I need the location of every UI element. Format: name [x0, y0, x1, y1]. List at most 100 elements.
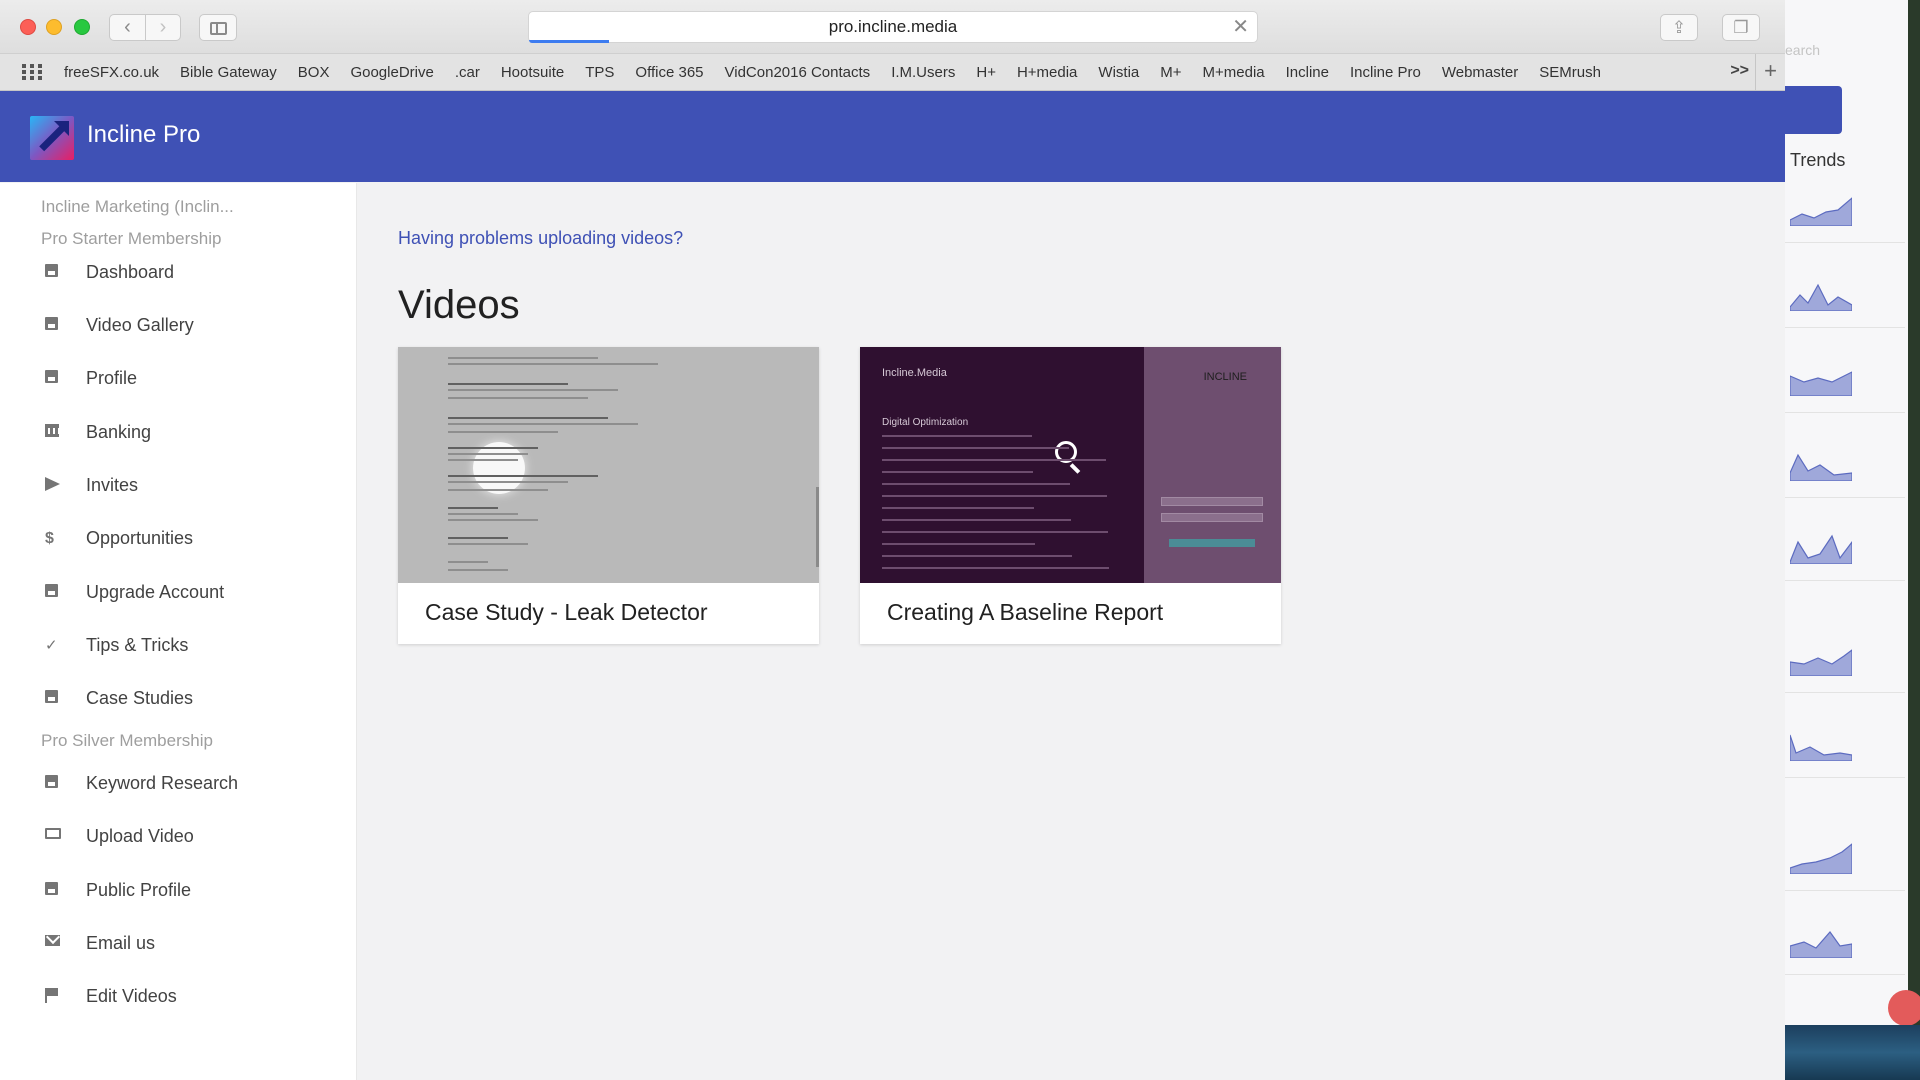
video-card[interactable]: Incline.Media Digital Optimization INCLI…: [860, 347, 1281, 644]
url-text: pro.incline.media: [828, 17, 958, 36]
address-bar[interactable]: pro.incline.media ✕: [528, 11, 1258, 43]
bookmark-item[interactable]: freeSFX.co.uk: [64, 64, 159, 81]
bank-icon: [45, 424, 61, 440]
bookmark-item[interactable]: M+: [1160, 64, 1181, 81]
maximize-window-button[interactable]: [74, 19, 90, 35]
stop-loading-icon[interactable]: ✕: [1232, 12, 1249, 42]
toggle-sidebar-button[interactable]: [199, 14, 237, 41]
show-tabs-button[interactable]: ❐: [1722, 14, 1760, 41]
sidebar-item-label: Tips & Tricks: [86, 634, 189, 655]
thumbnail-form-panel: INCLINE: [1144, 347, 1281, 583]
sidebar-item-upload-video[interactable]: Upload Video: [0, 816, 357, 856]
dollar-icon: $: [45, 530, 54, 547]
thumbnail-text-line: [448, 537, 508, 539]
bookmark-item[interactable]: Wistia: [1098, 64, 1139, 81]
bookmark-item[interactable]: I.M.Users: [891, 64, 955, 81]
sidebar-item-case-studies[interactable]: Case Studies: [0, 678, 357, 718]
trend-separator: [1785, 890, 1905, 891]
bookmark-item[interactable]: VidCon2016 Contacts: [725, 64, 871, 81]
chevron-left-icon: ‹: [124, 16, 131, 38]
trends-label: Trends: [1790, 150, 1846, 170]
trend-sparkline: [1790, 453, 1852, 481]
video-title[interactable]: Creating A Baseline Report: [887, 599, 1163, 626]
bookmark-item[interactable]: SEMrush: [1539, 64, 1601, 81]
keyword-icon: [45, 775, 61, 791]
back-button[interactable]: ‹: [109, 14, 145, 41]
trend-sparkline: [1790, 931, 1852, 958]
video-thumbnail[interactable]: [398, 347, 819, 583]
share-button[interactable]: ⇪: [1660, 14, 1698, 41]
minimize-window-button[interactable]: [46, 19, 62, 35]
send-icon: [45, 477, 61, 493]
sidebar-item-label: Video Gallery: [86, 314, 194, 335]
bookmark-item[interactable]: M+media: [1203, 64, 1265, 81]
flag-icon: [45, 988, 61, 1004]
video-gallery-icon: [45, 317, 61, 333]
check-icon: ✓: [45, 637, 58, 654]
thumbnail-text-line: [882, 531, 1108, 533]
thumbnail-text-line: [882, 519, 1071, 521]
sidebar-item-dashboard[interactable]: Dashboard: [0, 252, 357, 292]
sidebar-item-label: Dashboard: [86, 261, 175, 282]
bookmark-item[interactable]: GoogleDrive: [350, 64, 433, 81]
sidebar-item-opportunities[interactable]: $ Opportunities: [0, 518, 357, 558]
sidebar: Incline Marketing (Inclin... Pro Starter…: [0, 183, 357, 1080]
trend-separator: [1785, 580, 1905, 581]
background-search-field[interactable]: earch: [1785, 42, 1820, 58]
trend-separator: [1785, 497, 1905, 498]
bookmark-item[interactable]: H+media: [1017, 64, 1077, 81]
thumbnail-text-line: [448, 447, 538, 449]
more-bookmarks-button[interactable]: >>: [1730, 62, 1749, 80]
upload-help-link[interactable]: Having problems uploading videos?: [398, 228, 683, 249]
sidebar-item-upgrade-account[interactable]: Upgrade Account: [0, 572, 357, 612]
new-tab-button[interactable]: +: [1755, 54, 1785, 90]
thumbnail-text-line: [448, 389, 618, 391]
sidebar-item-edit-videos[interactable]: Edit Videos: [0, 976, 357, 1016]
sidebar-item-keyword-research[interactable]: Keyword Research: [0, 763, 357, 803]
sidebar-item-banking[interactable]: Banking: [0, 412, 357, 452]
sidebar-item-label: Case Studies: [86, 687, 194, 708]
bookmark-item[interactable]: Hootsuite: [501, 64, 564, 81]
sidebar-item-invites[interactable]: Invites: [0, 465, 357, 505]
thumbnail-text-line: [448, 397, 588, 399]
trend-sparkline: [1790, 283, 1852, 311]
thumbnail-text-line: [448, 417, 608, 419]
sidebar-item-public-profile[interactable]: Public Profile: [0, 870, 357, 910]
close-window-button[interactable]: [20, 19, 36, 35]
bookmark-item[interactable]: Webmaster: [1442, 64, 1518, 81]
sidebar-item-video-gallery[interactable]: Video Gallery: [0, 305, 357, 345]
thumbnail-text-line: [882, 447, 1069, 449]
incline-logo[interactable]: [30, 116, 74, 160]
sidebar-item-label: Upload Video: [86, 825, 194, 846]
contact-icon: [45, 882, 61, 898]
bookmark-item[interactable]: Incline Pro: [1350, 64, 1421, 81]
trend-separator: [1785, 412, 1905, 413]
forward-button[interactable]: ›: [145, 14, 181, 41]
main-content: Having problems uploading videos? Videos…: [357, 183, 1785, 1080]
bookmarks-bar: freeSFX.co.uk Bible Gateway BOX GoogleDr…: [0, 54, 1785, 91]
upgrade-icon: [45, 584, 61, 600]
bookmark-item[interactable]: .car: [455, 64, 480, 81]
bookmark-item[interactable]: Incline: [1286, 64, 1329, 81]
trend-sparkline: [1790, 197, 1852, 226]
sidebar-item-profile[interactable]: Profile: [0, 358, 357, 398]
video-thumbnail[interactable]: Incline.Media Digital Optimization INCLI…: [860, 347, 1281, 583]
bookmark-item[interactable]: TPS: [585, 64, 614, 81]
sidebar-item-email-us[interactable]: Email us: [0, 923, 357, 963]
tabs-icon: ❐: [1733, 18, 1749, 37]
apps-grid-icon[interactable]: [22, 64, 44, 80]
bookmark-item[interactable]: BOX: [298, 64, 330, 81]
bookmark-item[interactable]: Bible Gateway: [180, 64, 277, 81]
browser-window: ‹ › pro.incline.media ✕ ⇪ ❐ freeSFX.co.u…: [0, 0, 1785, 1080]
app-title[interactable]: Incline Pro: [87, 121, 200, 149]
background-app-button[interactable]: [1785, 86, 1842, 134]
thumbnail-text-line: [448, 475, 598, 477]
video-card[interactable]: Case Study - Leak Detector: [398, 347, 819, 644]
bookmark-item[interactable]: Office 365: [635, 64, 703, 81]
section-label-silver: Pro Silver Membership: [41, 731, 213, 750]
video-title[interactable]: Case Study - Leak Detector: [425, 599, 708, 626]
trend-sparkline: [1790, 649, 1852, 676]
bookmark-item[interactable]: H+: [976, 64, 996, 81]
sidebar-item-tips-tricks[interactable]: ✓ Tips & Tricks: [0, 625, 357, 665]
sidebar-item-label: Banking: [86, 421, 152, 442]
